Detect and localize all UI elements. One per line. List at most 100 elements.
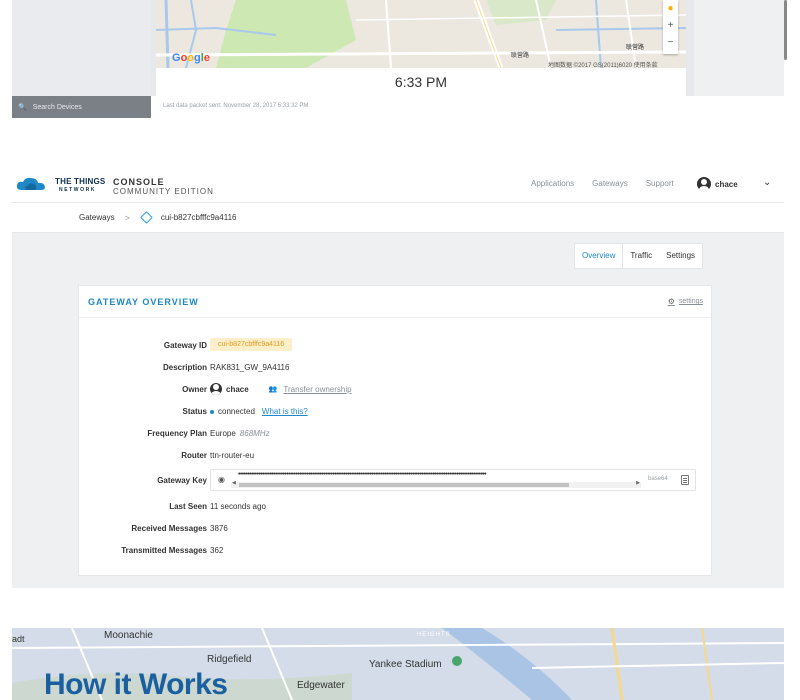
gear-icon: ⚙ xyxy=(667,297,675,306)
value-status-wrap: connected What is this? xyxy=(210,407,308,416)
gateway-id-chip[interactable]: cui-b827cbfffc9a4116 xyxy=(210,338,293,351)
value-transmitted: 362 xyxy=(210,546,224,555)
label-gateway-key: Gateway Key xyxy=(157,476,207,485)
gateway-key-masked: ••••••••••••••••••••••••••••••••••••••••… xyxy=(238,471,487,478)
avatar xyxy=(697,177,711,191)
value-gateway-id-wrap: cui-b827cbfffc9a4116 xyxy=(210,338,293,354)
map-place-label: HEIGHTS xyxy=(417,632,451,638)
search-devices-input[interactable]: 🔍 Search Devices xyxy=(12,96,151,118)
nav-applications[interactable]: Applications xyxy=(531,179,574,188)
map-place-label: adt xyxy=(12,634,25,644)
what-is-this-link[interactable]: What is this? xyxy=(262,407,308,416)
row-router: Router ttn-router-eu xyxy=(79,447,713,465)
zoom-out-button[interactable]: − xyxy=(663,34,678,51)
breadcrumb-current: cui-b827cbfffc9a4116 xyxy=(160,213,237,222)
ttn-brand: THE THINGS NETWORK xyxy=(55,178,105,194)
transfer-ownership-link[interactable]: Transfer ownership xyxy=(283,385,351,394)
pegman-icon[interactable]: ● xyxy=(663,0,678,17)
label-description: Description xyxy=(162,363,207,372)
scroll-right-icon[interactable]: ▶ xyxy=(636,480,640,486)
breadcrumb: Gateways > cui-b827cbfffc9a4116 xyxy=(12,203,784,233)
value-frequency-wrap: Europe 868MHz xyxy=(210,429,270,438)
row-owner: Owner chace 👥 Transfer ownership xyxy=(79,381,713,399)
zoom-in-button[interactable]: + xyxy=(663,17,678,34)
username: chace xyxy=(715,179,738,189)
google-logo: Google xyxy=(172,52,210,64)
settings-link[interactable]: ⚙ settings xyxy=(668,297,703,306)
row-received: Received Messages 3876 xyxy=(79,520,713,538)
label-last-seen: Last Seen xyxy=(169,502,207,511)
key-scrollbar[interactable]: ◀ ▶ xyxy=(231,480,641,488)
eye-icon[interactable]: ◉ xyxy=(218,475,225,484)
label-status: Status xyxy=(182,407,207,416)
how-it-works-heading: How it Works xyxy=(44,668,228,700)
row-transmitted: Transmitted Messages 362 xyxy=(79,542,713,560)
scroll-left-icon[interactable]: ◀ xyxy=(232,480,236,486)
value-description: RAK831_GW_9A4116 xyxy=(210,363,290,372)
scrollbar-thumb[interactable] xyxy=(239,483,569,487)
label-transmitted: Transmitted Messages xyxy=(121,546,207,555)
row-frequency: Frequency Plan Europe 868MHz xyxy=(79,425,713,443)
brand-line-2: NETWORK xyxy=(59,187,97,193)
console-subtitle: COMMUNITY EDITION xyxy=(113,187,214,196)
value-frequency: Europe xyxy=(210,429,236,438)
row-last-seen: Last Seen 11 seconds ago xyxy=(79,498,713,516)
owner-avatar xyxy=(210,383,222,395)
nav-support[interactable]: Support xyxy=(646,179,674,188)
nav-gateways[interactable]: Gateways xyxy=(592,179,628,188)
map-zoom-controls: ● + − xyxy=(663,0,678,54)
gateway-key-field[interactable]: ◉ ••••••••••••••••••••••••••••••••••••••… xyxy=(210,469,696,491)
tab-settings[interactable]: Settings xyxy=(659,244,702,268)
label-received: Received Messages xyxy=(131,524,207,533)
row-status: Status connected What is this? xyxy=(79,403,713,421)
location-map[interactable]: 联营路 联营路 xyxy=(156,0,686,68)
card-title: GATEWAY OVERVIEW xyxy=(88,297,199,307)
right-pane xyxy=(694,0,784,96)
console-title: CONSOLE xyxy=(113,177,165,187)
row-gateway-key: Gateway Key ◉ ••••••••••••••••••••••••••… xyxy=(79,469,713,491)
ttn-cloud-logo-icon[interactable] xyxy=(16,176,46,192)
card-header: GATEWAY OVERVIEW ⚙ settings xyxy=(79,286,711,318)
search-icon: 🔍 xyxy=(18,104,27,111)
device-list-pane xyxy=(12,0,151,96)
user-menu[interactable]: chace xyxy=(697,177,738,191)
gateway-overview-card: GATEWAY OVERVIEW ⚙ settings Gateway ID c… xyxy=(78,285,712,576)
tab-overview[interactable]: Overview xyxy=(575,244,624,268)
label-gateway-id: Gateway ID xyxy=(163,341,207,350)
value-owner-wrap: chace 👥 Transfer ownership xyxy=(210,383,352,395)
map-place-label: Ridgefield xyxy=(207,654,252,665)
gateway-icon xyxy=(139,211,153,224)
label-router: Router xyxy=(181,451,207,460)
value-router: ttn-router-eu xyxy=(210,451,255,460)
scrollbar[interactable] xyxy=(784,0,787,60)
last-packet-text: Last data packet sent: November 28, 2017… xyxy=(163,103,309,109)
breadcrumb-separator: > xyxy=(124,212,130,223)
brand-line-1: THE THINGS xyxy=(55,177,106,186)
map-road-label: 联营路 xyxy=(511,53,530,59)
label-frequency: Frequency Plan xyxy=(147,429,207,438)
map-road-label: 联营路 xyxy=(626,45,645,51)
search-devices-label: Search Devices xyxy=(32,103,82,111)
copy-icon[interactable] xyxy=(681,475,689,485)
console-header: THE THINGS NETWORK CONSOLE COMMUNITY EDI… xyxy=(12,165,784,203)
status-dot-icon xyxy=(210,409,214,414)
chevron-down-icon[interactable]: ⌄ xyxy=(763,177,771,188)
how-it-works-banner: adt Moonachie Ridgefield Yankee Stadium … xyxy=(12,628,784,700)
row-description: Description RAK831_GW_9A4116 xyxy=(79,359,713,377)
value-last-seen: 11 seconds ago xyxy=(210,502,266,511)
map-place-label: Edgewater xyxy=(297,680,345,691)
value-frequency-mhz: 868MHz xyxy=(239,429,270,438)
value-owner: chace xyxy=(226,384,249,394)
main-nav: Applications Gateways Support xyxy=(531,179,674,188)
map-place-label: Yankee Stadium xyxy=(369,659,442,670)
tab-traffic[interactable]: Traffic xyxy=(623,244,659,268)
key-encoding-toggle[interactable]: base64 xyxy=(648,476,668,482)
settings-link-label: settings xyxy=(678,298,703,305)
value-received: 3876 xyxy=(210,524,228,533)
breadcrumb-gateways[interactable]: Gateways xyxy=(79,213,115,222)
page-body: Overview Traffic Settings GATEWAY OVERVI… xyxy=(12,233,784,588)
users-icon: 👥 xyxy=(268,386,278,393)
gateway-tabs: Overview Traffic Settings xyxy=(574,243,704,269)
map-place-label: Moonachie xyxy=(104,630,153,641)
value-status: connected xyxy=(218,407,255,416)
